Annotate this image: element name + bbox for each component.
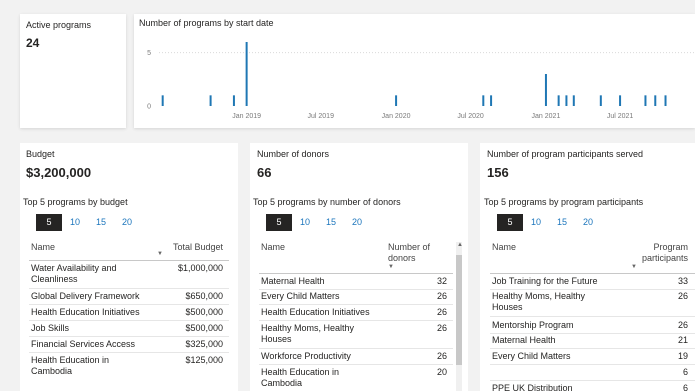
chart-bar — [245, 42, 248, 106]
budget-card: Budget $3,200,000 Top 5 programs by budg… — [20, 143, 238, 391]
participants-value: 156 — [487, 165, 509, 180]
active-programs-value: 24 — [26, 36, 40, 50]
x-tick-label: Jul 2020 — [457, 113, 484, 120]
active-programs-label: Active programs — [26, 20, 92, 30]
donors-tab-15[interactable]: 15 — [318, 214, 344, 231]
donors-card: Number of donors 66 Top 5 programs by nu… — [250, 143, 468, 391]
participants-tab-20[interactable]: 20 — [575, 214, 601, 231]
table-row[interactable]: Job Skills $500,000 — [31, 323, 223, 335]
participants-tab-10[interactable]: 10 — [523, 214, 549, 231]
table-row[interactable]: Health Education in Cambodia $125,000 — [31, 355, 223, 379]
participants-card: Number of program participants served 15… — [480, 143, 695, 391]
participants-label: Number of program participants served — [487, 149, 644, 159]
table-row[interactable]: Every Child Matters 26 — [261, 291, 447, 303]
budget-tab-10[interactable]: 10 — [62, 214, 88, 231]
table-row[interactable]: Every Child Matters 19 — [492, 351, 688, 363]
table-row[interactable]: 6 — [492, 367, 688, 379]
budget-col-name[interactable]: Name — [31, 242, 55, 252]
table-row[interactable]: Mentorship Program 26 — [492, 320, 688, 332]
participants-tab-15[interactable]: 15 — [549, 214, 575, 231]
sort-down-icon[interactable]: ▼ — [157, 251, 163, 257]
budget-col-total[interactable]: Total Budget — [173, 242, 223, 252]
participants-col-name[interactable]: Name — [492, 242, 516, 252]
table-row[interactable]: Health Education Initiatives 26 — [261, 307, 447, 319]
budget-tab-5[interactable]: 5 — [36, 214, 62, 231]
active-programs-card: Active programs 24 — [20, 14, 126, 128]
donors-tabs: 5 10 15 20 — [266, 214, 370, 231]
donors-scroll-thumb[interactable] — [456, 255, 462, 365]
x-tick-label: Jul 2019 — [308, 113, 335, 120]
table-row[interactable]: Healthy Moms, Healthy Houses 26 — [492, 291, 688, 315]
chart-bar — [599, 95, 602, 106]
budget-value: $3,200,000 — [26, 165, 92, 180]
table-row[interactable]: Global Delivery Framework $650,000 — [31, 291, 223, 303]
scroll-up-icon[interactable]: ▲ — [457, 242, 463, 248]
x-tick-label: Jan 2019 — [232, 113, 261, 120]
chart-bar — [654, 95, 657, 106]
donors-top5-title: Top 5 programs by number of donors — [253, 197, 401, 207]
chart-title: Number of programs by start date — [139, 18, 274, 28]
budget-tab-20[interactable]: 20 — [114, 214, 140, 231]
x-tick-label: Jan 2021 — [532, 113, 561, 120]
table-row[interactable]: Maternal Health 32 — [261, 276, 447, 288]
table-row[interactable]: Workforce Productivity 26 — [261, 351, 447, 363]
chart-bar — [490, 95, 493, 106]
chart-bar — [557, 95, 560, 106]
donors-col-name[interactable]: Name — [261, 242, 285, 252]
chart-bar — [565, 95, 568, 106]
table-row[interactable]: Job Training for the Future 33 — [492, 276, 688, 288]
table-row[interactable]: PPE UK Distribution 6 — [492, 383, 688, 391]
x-tick-label: Jul 2021 — [607, 113, 634, 120]
chart-bar — [572, 95, 575, 106]
chart-svg: 0 5 Jan 2019 Jul 2019 Jan 2020 Jul 2020 Jan 20… — [147, 42, 695, 120]
chart-bar — [395, 95, 398, 106]
donors-value: 66 — [257, 165, 272, 180]
budget-top5-title: Top 5 programs by budget — [23, 197, 128, 207]
sort-down-icon[interactable]: ▼ — [388, 264, 394, 270]
table-row[interactable]: Health Education in Cambodia 20 — [261, 367, 447, 391]
y-tick-label: 5 — [147, 50, 151, 57]
participants-col-value[interactable]: Program participants — [642, 242, 688, 264]
chart-bar — [544, 74, 547, 106]
participants-tabs: 5 10 15 20 — [497, 214, 601, 231]
donors-col-value[interactable]: Number of donors — [388, 242, 430, 264]
budget-tab-15[interactable]: 15 — [88, 214, 114, 231]
sort-down-icon[interactable]: ▼ — [631, 264, 637, 270]
chart-bar — [644, 95, 647, 106]
participants-tab-5[interactable]: 5 — [497, 214, 523, 231]
chart-bar — [209, 95, 212, 106]
donors-tab-5[interactable]: 5 — [266, 214, 292, 231]
x-tick-label: Jan 2020 — [382, 113, 411, 120]
donors-label: Number of donors — [257, 149, 330, 159]
chart-bar — [232, 95, 235, 106]
chart-bar — [482, 95, 485, 106]
table-row[interactable]: Healthy Moms, Healthy Houses 26 — [261, 323, 447, 347]
budget-label: Budget — [26, 149, 55, 159]
chart-bar — [161, 95, 164, 106]
table-row[interactable]: Water Availability and Cleanliness $1,000… — [31, 263, 223, 287]
chart-bar — [619, 95, 622, 106]
budget-tabs: 5 10 15 20 — [36, 214, 140, 231]
table-row[interactable]: Health Education Initiatives $500,000 — [31, 307, 223, 319]
chart-bar — [664, 95, 667, 106]
participants-top5-title: Top 5 programs by program participants — [484, 197, 644, 207]
table-row[interactable]: Financial Services Access $325,000 — [31, 339, 223, 351]
programs-by-start-date-chart: 0 5 Jan 2019 Jul 2019 Jan 2020 Jul 2020 Jan 20… — [134, 14, 695, 128]
table-row[interactable]: Maternal Health 21 — [492, 335, 688, 347]
donors-tab-10[interactable]: 10 — [292, 214, 318, 231]
donors-tab-20[interactable]: 20 — [344, 214, 370, 231]
y-tick-label: 0 — [147, 104, 151, 111]
